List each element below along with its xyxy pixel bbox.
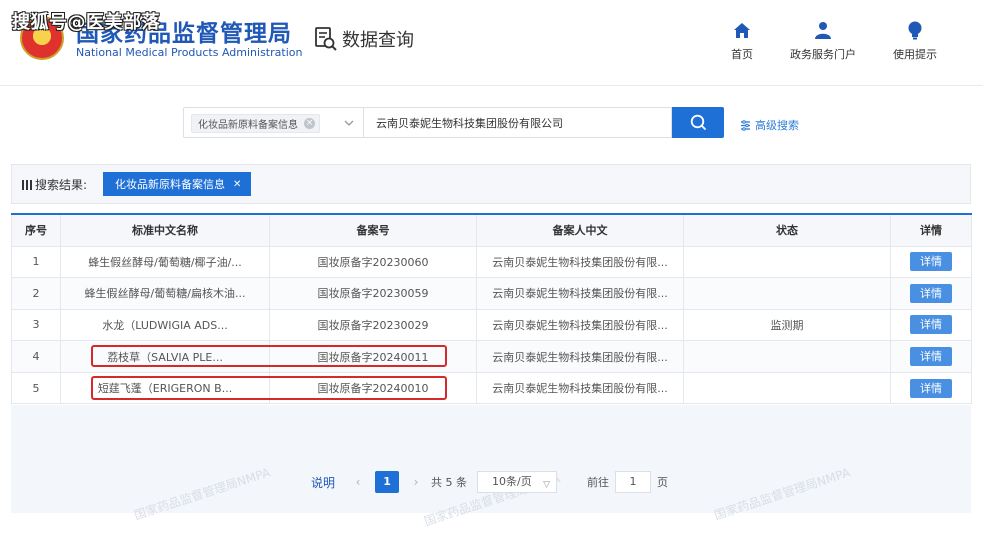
highlight-box-row-5: [91, 376, 447, 400]
result-tab[interactable]: 化妆品新原料备案信息 ✕: [103, 172, 252, 196]
total-count: 共 5 条: [431, 476, 468, 489]
search-bar: 化妆品新原料备案信息 ×: [183, 107, 724, 138]
org-name-en[interactable]: National Medical Products Administration: [76, 46, 302, 59]
category-tag-label: 化妆品新原料备案信息: [198, 120, 298, 131]
col-header-applicant: 备案人中文: [476, 213, 684, 247]
cell-no: 2: [11, 277, 61, 310]
home-icon: [731, 20, 753, 40]
filter-icon: [741, 119, 750, 131]
background-watermark: 国家药品监督管理局NMPA: [712, 465, 852, 523]
close-icon[interactable]: ✕: [233, 179, 241, 190]
page-unit-label: 页: [657, 476, 669, 489]
prev-page-button[interactable]: ‹: [347, 471, 369, 493]
page-size-value: 10条/页: [492, 475, 532, 488]
result-tab-label: 化妆品新原料备案信息: [115, 178, 225, 191]
cell-name: 蜂生假丝酵母/葡萄糖/扁核木油...: [60, 277, 270, 310]
cell-status: [683, 340, 891, 373]
nav-gov-portal-label: 政务服务门户: [790, 48, 856, 61]
pagination-note[interactable]: 说明: [311, 474, 335, 491]
nav-gov-portal[interactable]: 政务服务门户: [790, 20, 856, 62]
page-number-current[interactable]: 1: [375, 471, 400, 493]
table-row: 3 水龙（LUDWIGIA ADS... 国妆原备字20230029 云南贝泰妮…: [11, 308, 972, 342]
col-header-detail: 详情: [890, 213, 972, 247]
cell-no: 3: [11, 308, 61, 342]
cell-applicant: 云南贝泰妮生物科技集团股份有限...: [476, 371, 684, 405]
cell-record: 国妆原备字20230060: [269, 245, 477, 279]
cell-name: 水龙（LUDWIGIA ADS...: [60, 308, 270, 342]
tag-close-icon[interactable]: ×: [304, 118, 315, 129]
chevron-down-icon: [344, 120, 354, 126]
cell-no: 1: [11, 245, 61, 279]
lightbulb-icon: [904, 20, 926, 40]
table-footer-area: 国家药品监督管理局NMPA 国家药品监督管理局NMPA 国家药品监督管理局NMP…: [11, 405, 971, 529]
advanced-search-link[interactable]: 高级搜索: [740, 117, 799, 133]
col-header-name: 标准中文名称: [60, 213, 270, 247]
cell-status: 监测期: [683, 308, 891, 342]
cell-applicant: 云南贝泰妮生物科技集团股份有限...: [476, 308, 684, 342]
col-header-record: 备案号: [269, 213, 477, 247]
result-label: 搜索结果:: [22, 176, 87, 193]
col-header-status: 状态: [683, 213, 891, 247]
cell-name: 蜂生假丝酵母/葡萄糖/椰子油/...: [60, 245, 270, 279]
page-size-select[interactable]: 10条/页 ▽: [477, 471, 558, 493]
nav-home-label: 首页: [731, 48, 753, 61]
cell-status: [683, 371, 891, 405]
nav-usage-tips-label: 使用提示: [893, 48, 937, 61]
search-icon: [690, 114, 706, 131]
advanced-search-label: 高级搜索: [755, 119, 799, 132]
cell-detail: 详情: [890, 245, 972, 279]
cell-applicant: 云南贝泰妮生物科技集团股份有限...: [476, 245, 684, 279]
cell-detail: 详情: [890, 340, 972, 373]
user-icon: [812, 20, 834, 40]
background-watermark: 国家药品监督管理局NMPA: [132, 465, 272, 523]
detail-button[interactable]: 详情: [910, 347, 952, 367]
table-row: 2 蜂生假丝酵母/葡萄糖/扁核木油... 国妆原备字20230059 云南贝泰妮…: [11, 277, 972, 310]
table-header-row: 序号 标准中文名称 备案号 备案人中文 状态 详情: [11, 213, 972, 247]
cell-record: 国妆原备字20230059: [269, 277, 477, 310]
cell-applicant: 云南贝泰妮生物科技集团股份有限...: [476, 277, 684, 310]
sohu-watermark: 搜狐号@医美部落: [12, 12, 160, 33]
cell-detail: 详情: [890, 371, 972, 405]
cell-record: 国妆原备字20230029: [269, 308, 477, 342]
grid-icon: [22, 179, 32, 190]
category-tag: 化妆品新原料备案信息 ×: [191, 114, 320, 133]
detail-button[interactable]: 详情: [910, 378, 952, 398]
cell-applicant: 云南贝泰妮生物科技集团股份有限...: [476, 340, 684, 373]
goto-label: 前往: [587, 476, 610, 489]
table-row: 1 蜂生假丝酵母/葡萄糖/椰子油/... 国妆原备字20230060 云南贝泰妮…: [11, 245, 972, 279]
data-query-icon: [314, 26, 338, 52]
chevron-down-icon: ▽: [543, 480, 551, 490]
nav-home[interactable]: 首页: [731, 20, 753, 62]
category-select[interactable]: 化妆品新原料备案信息 ×: [183, 107, 364, 138]
nav-usage-tips[interactable]: 使用提示: [893, 20, 937, 62]
detail-button[interactable]: 详情: [910, 252, 952, 272]
highlight-box-row-4: [91, 345, 447, 367]
search-button[interactable]: [672, 107, 724, 138]
search-input[interactable]: [364, 107, 672, 138]
pagination: 说明 ‹ 1 › 共 5 条 10条/页 ▽ 前往 1 页: [311, 471, 668, 493]
goto-page-input[interactable]: 1: [615, 471, 652, 493]
col-header-no: 序号: [11, 213, 61, 247]
result-bar: 搜索结果: 化妆品新原料备案信息 ✕: [11, 164, 971, 204]
result-label-text: 搜索结果:: [35, 178, 88, 192]
cell-no: 4: [11, 340, 61, 373]
cell-detail: 详情: [890, 277, 972, 310]
page-title: 数据查询: [342, 30, 414, 51]
cell-detail: 详情: [890, 308, 972, 342]
next-page-button[interactable]: ›: [405, 471, 427, 493]
detail-button[interactable]: 详情: [910, 283, 952, 303]
cell-status: [683, 277, 891, 310]
page-title-block: 数据查询: [314, 26, 414, 52]
detail-button[interactable]: 详情: [910, 315, 952, 335]
cell-no: 5: [11, 371, 61, 405]
cell-status: [683, 245, 891, 279]
